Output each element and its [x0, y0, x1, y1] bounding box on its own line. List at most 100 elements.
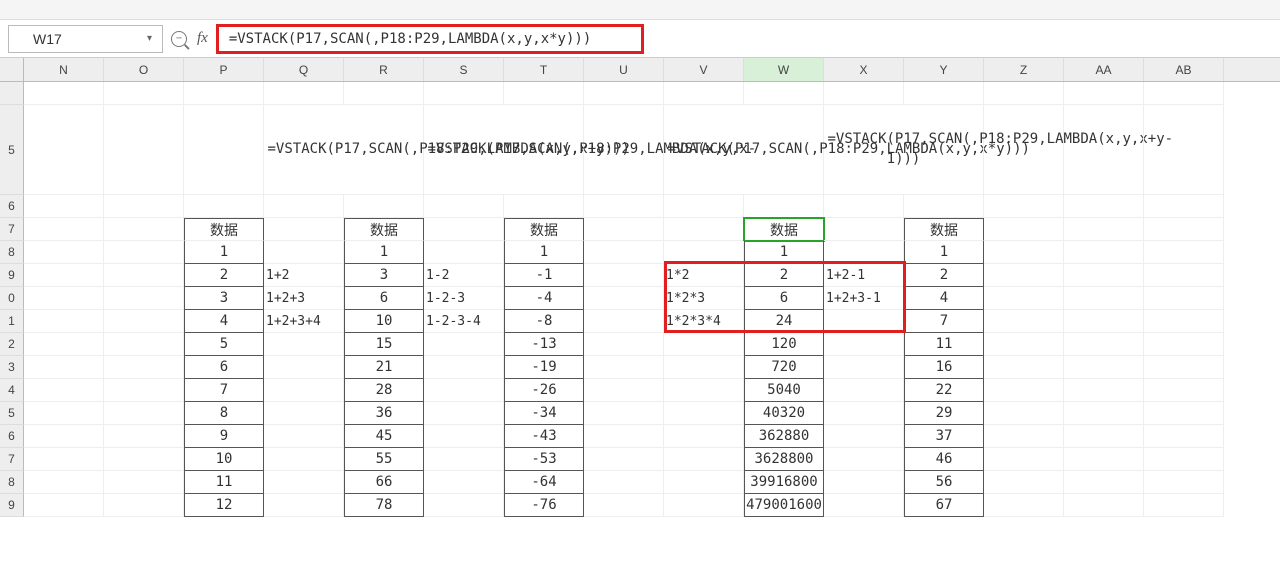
cell[interactable]: 11: [904, 333, 984, 356]
cell[interactable]: [104, 402, 184, 425]
cell[interactable]: [664, 402, 744, 425]
cell[interactable]: [1064, 494, 1144, 517]
cell[interactable]: -13: [504, 333, 584, 356]
cell[interactable]: [24, 379, 104, 402]
cell[interactable]: [1064, 356, 1144, 379]
cell[interactable]: [264, 448, 344, 471]
cell[interactable]: [24, 356, 104, 379]
cell-Y-header[interactable]: 数据: [904, 218, 984, 241]
cell[interactable]: 1+2+3: [264, 287, 344, 310]
cell[interactable]: [984, 379, 1064, 402]
cell[interactable]: [504, 82, 584, 105]
cell[interactable]: [424, 356, 504, 379]
cell[interactable]: [1144, 310, 1224, 333]
cell[interactable]: [24, 287, 104, 310]
cell[interactable]: [984, 218, 1064, 241]
cell[interactable]: [184, 82, 264, 105]
cell[interactable]: 6: [184, 356, 264, 379]
row-header[interactable]: 6: [0, 195, 24, 218]
row-header[interactable]: 9: [0, 264, 24, 287]
cell[interactable]: [1064, 333, 1144, 356]
col-header-Y[interactable]: Y: [904, 58, 984, 81]
cell[interactable]: [424, 218, 504, 241]
cell[interactable]: [584, 218, 664, 241]
cell[interactable]: 9: [184, 425, 264, 448]
cell[interactable]: -64: [504, 471, 584, 494]
cell[interactable]: 1-2-3-4: [424, 310, 504, 333]
cell[interactable]: [1064, 241, 1144, 264]
cell[interactable]: [24, 471, 104, 494]
cell[interactable]: [984, 356, 1064, 379]
cell[interactable]: 45: [344, 425, 424, 448]
cell[interactable]: [264, 379, 344, 402]
cell[interactable]: 3: [184, 287, 264, 310]
cell[interactable]: [104, 264, 184, 287]
cell[interactable]: 1: [504, 241, 584, 264]
cell[interactable]: 46: [904, 448, 984, 471]
cell[interactable]: [424, 425, 504, 448]
cell[interactable]: [424, 333, 504, 356]
cell[interactable]: [1144, 82, 1224, 105]
cell[interactable]: 5: [184, 333, 264, 356]
cell[interactable]: [104, 333, 184, 356]
cell[interactable]: [1064, 425, 1144, 448]
cell[interactable]: [584, 379, 664, 402]
cell[interactable]: [1144, 494, 1224, 517]
cell[interactable]: [24, 425, 104, 448]
cell[interactable]: [1144, 264, 1224, 287]
cell[interactable]: -34: [504, 402, 584, 425]
cell[interactable]: [1144, 218, 1224, 241]
cell-R-header[interactable]: 数据: [344, 218, 424, 241]
cell[interactable]: 12: [184, 494, 264, 517]
cell[interactable]: [104, 494, 184, 517]
cell[interactable]: -1: [504, 264, 584, 287]
row-header[interactable]: 4: [0, 379, 24, 402]
cell[interactable]: 8: [184, 402, 264, 425]
cell[interactable]: 24: [744, 310, 824, 333]
cell[interactable]: [824, 379, 904, 402]
cell[interactable]: [424, 82, 504, 105]
col-header-P[interactable]: P: [184, 58, 264, 81]
cell[interactable]: [24, 218, 104, 241]
cell[interactable]: -76: [504, 494, 584, 517]
cell[interactable]: [1144, 379, 1224, 402]
cell[interactable]: [824, 195, 904, 218]
cell-P-header[interactable]: 数据: [184, 218, 264, 241]
cell[interactable]: [1144, 356, 1224, 379]
cell[interactable]: [424, 448, 504, 471]
cell[interactable]: 120: [744, 333, 824, 356]
cell[interactable]: [504, 195, 584, 218]
cell[interactable]: [664, 494, 744, 517]
cell[interactable]: [664, 218, 744, 241]
cell[interactable]: [264, 333, 344, 356]
cell[interactable]: 720: [744, 356, 824, 379]
cell[interactable]: [184, 105, 264, 195]
cell[interactable]: 1+2: [264, 264, 344, 287]
cell[interactable]: [1144, 241, 1224, 264]
cell[interactable]: [1144, 105, 1224, 195]
cell[interactable]: [24, 195, 104, 218]
cell[interactable]: 29: [904, 402, 984, 425]
cell[interactable]: [1144, 448, 1224, 471]
cell[interactable]: [1064, 82, 1144, 105]
cell[interactable]: [264, 425, 344, 448]
row-header[interactable]: 7: [0, 448, 24, 471]
cell[interactable]: [1144, 195, 1224, 218]
cell[interactable]: [1144, 333, 1224, 356]
cell[interactable]: [24, 448, 104, 471]
cell[interactable]: [984, 333, 1064, 356]
cell[interactable]: -8: [504, 310, 584, 333]
cell[interactable]: [824, 471, 904, 494]
cell[interactable]: [24, 310, 104, 333]
col-header-V[interactable]: V: [664, 58, 744, 81]
cell[interactable]: [264, 82, 344, 105]
cell-formula-W[interactable]: =VSTACK(P17,SCAN(,P18:P29,LAMBDA(x,y,x*y…: [664, 105, 824, 195]
cell[interactable]: 6: [744, 287, 824, 310]
cell[interactable]: 1: [184, 241, 264, 264]
cell[interactable]: [824, 494, 904, 517]
cell[interactable]: [984, 310, 1064, 333]
cell[interactable]: [1064, 218, 1144, 241]
cell[interactable]: 66: [344, 471, 424, 494]
cell[interactable]: [824, 310, 904, 333]
cell[interactable]: [1064, 379, 1144, 402]
